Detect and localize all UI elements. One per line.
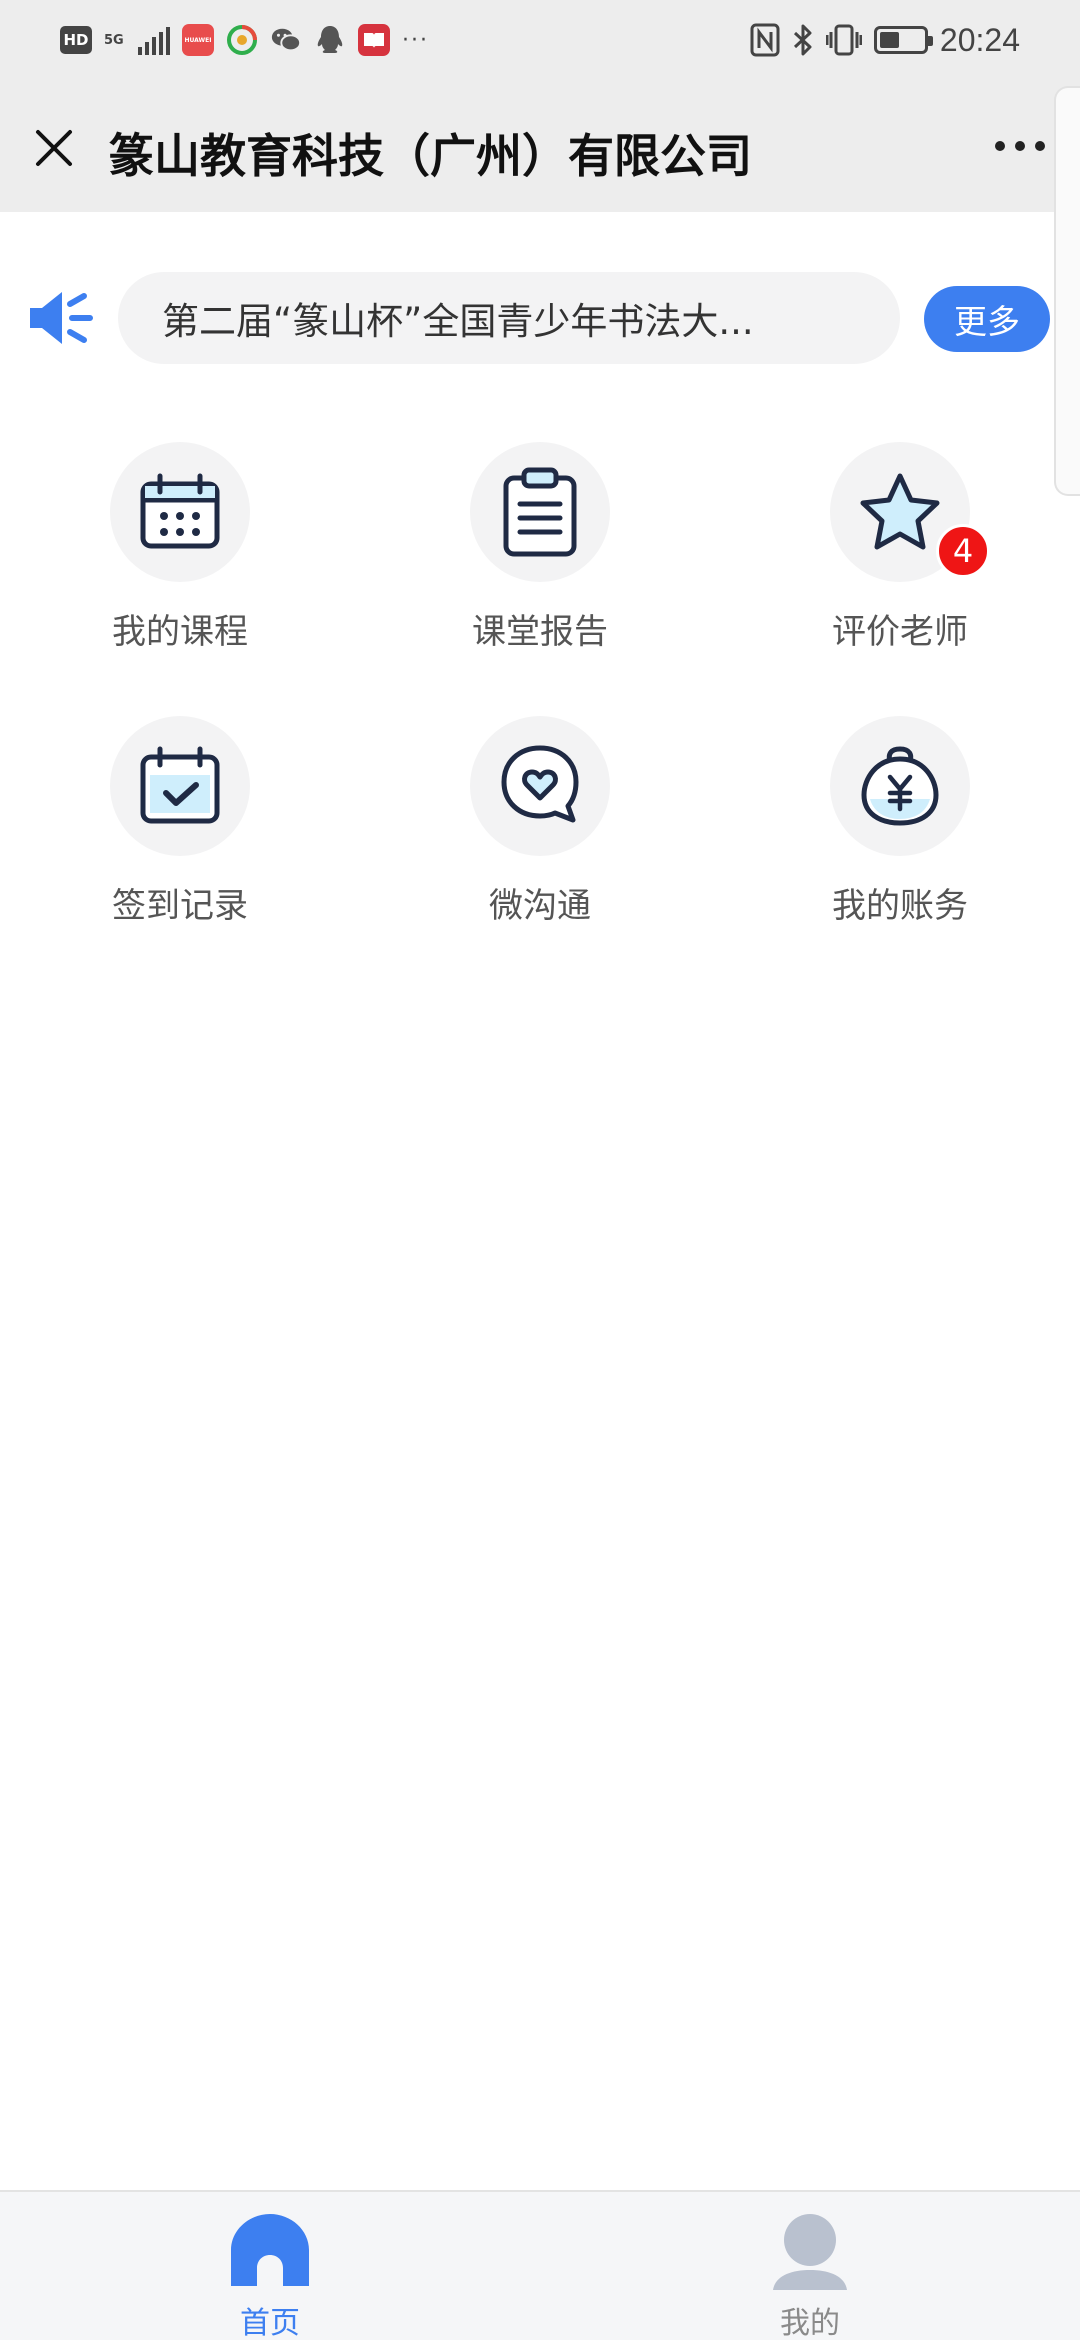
tab-mine[interactable]: 我的 — [710, 2192, 910, 2340]
chat-heart-icon — [501, 745, 579, 823]
grid-item-my-courses[interactable]: 我的课程 — [60, 442, 300, 672]
icon-circle — [470, 442, 610, 582]
more-dot — [1035, 141, 1045, 151]
grid-item-my-finance[interactable]: 我的账务 — [780, 716, 1020, 946]
edge-panel-handle[interactable] — [1054, 86, 1080, 496]
announcement-more-button[interactable]: 更多 — [924, 286, 1050, 352]
bluetooth-icon — [793, 24, 812, 56]
more-dot — [995, 141, 1005, 151]
status-overflow: ··· — [402, 27, 429, 53]
page-title: 篆山教育科技（广州）有限公司 — [108, 129, 752, 183]
status-bar: HD 5G HUAWEI ··· 20:24 — [0, 0, 1080, 80]
battery-icon — [873, 26, 933, 54]
calendar-check-icon — [140, 746, 220, 824]
tab-label: 我的 — [780, 2306, 840, 2340]
user-icon — [773, 2214, 847, 2290]
huawei-app-icon: HUAWEI — [182, 24, 214, 56]
icon-circle — [470, 716, 610, 856]
tab-label: 首页 — [240, 2306, 300, 2340]
grid-item-checkin-record[interactable]: 签到记录 — [60, 716, 300, 946]
grid-item-rate-teacher[interactable]: 4 评价老师 — [780, 442, 1020, 672]
battery-fill — [879, 32, 899, 48]
notification-badge: 4 — [936, 524, 990, 578]
grid-item-label: 我的账务 — [832, 886, 968, 926]
title-bar: 篆山教育科技（广州）有限公司 — [0, 80, 1080, 212]
icon-circle — [110, 716, 250, 856]
announcement-text: 第二届“篆山杯”全国青少年书法大... — [162, 300, 754, 343]
grid-item-label: 微沟通 — [489, 886, 591, 926]
tab-home[interactable]: 首页 — [170, 2192, 370, 2340]
speaker-icon — [30, 292, 93, 344]
hd-badge: HD — [60, 26, 92, 54]
nfc-icon — [750, 23, 780, 57]
browser-app-icon — [226, 24, 258, 56]
grid-item-label: 我的课程 — [112, 612, 248, 652]
network-type: 5G — [104, 32, 124, 48]
money-bag-icon — [861, 746, 939, 826]
reader-app-icon — [358, 24, 390, 56]
grid-item-class-report[interactable]: 课堂报告 — [420, 442, 660, 672]
grid-item-label: 评价老师 — [832, 612, 968, 652]
huawei-app-label: HUAWEI — [184, 36, 212, 44]
wechat-icon — [270, 24, 302, 56]
more-dot — [1015, 141, 1025, 151]
announcement-banner[interactable]: 第二届“篆山杯”全国青少年书法大... — [118, 272, 900, 364]
home-icon — [231, 2214, 309, 2286]
grid-item-label: 课堂报告 — [472, 612, 608, 652]
more-menu-button[interactable] — [982, 126, 1058, 166]
star-icon — [860, 473, 940, 550]
status-left: HD 5G HUAWEI ··· — [60, 20, 429, 60]
status-right: 20:24 — [750, 18, 1020, 62]
qq-icon — [314, 24, 346, 56]
status-time: 20:24 — [939, 21, 1020, 58]
icon-circle — [110, 442, 250, 582]
icon-circle — [830, 716, 970, 856]
grid-item-micro-chat[interactable]: 微沟通 — [420, 716, 660, 946]
close-icon — [36, 130, 72, 166]
close-button[interactable] — [22, 116, 86, 180]
calendar-icon — [140, 473, 220, 549]
vibrate-icon — [825, 24, 862, 56]
grid-item-label: 签到记录 — [112, 886, 248, 926]
clipboard-icon — [503, 467, 577, 557]
signal-icon — [138, 25, 170, 55]
bottom-tab-bar: 首页 我的 — [0, 2190, 1080, 2340]
